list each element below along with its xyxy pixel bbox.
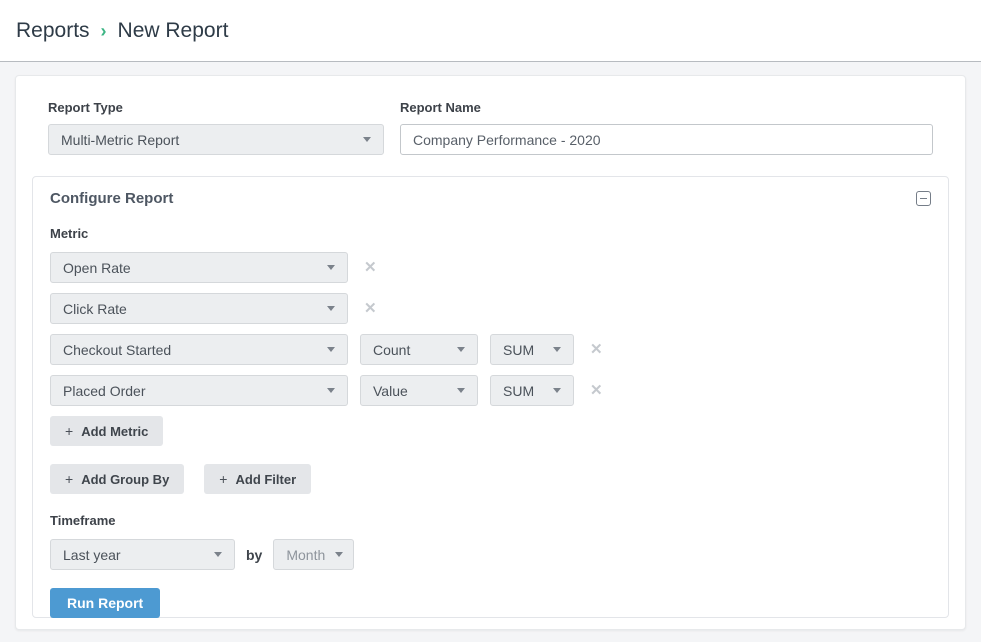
report-builder-card: Report Type Multi-Metric Report Report N…	[15, 75, 966, 630]
metric-select-3[interactable]: Checkout Started	[50, 334, 348, 365]
measurement-select-3-value: Count	[373, 342, 410, 358]
configure-report-title: Configure Report	[50, 190, 173, 207]
chevron-down-icon	[457, 347, 465, 352]
aggregate-select-3-value: SUM	[503, 342, 534, 358]
timeframe-interval-value: Month	[286, 547, 325, 563]
report-type-value: Multi-Metric Report	[61, 132, 179, 148]
add-metric-row: + Add Metric	[50, 416, 931, 446]
collapse-minus-icon[interactable]	[916, 191, 931, 206]
chevron-down-icon	[457, 388, 465, 393]
metric-row: Open Rate ✕	[50, 252, 931, 283]
measurement-select-3[interactable]: Count	[360, 334, 478, 365]
metric-row: Click Rate ✕	[50, 293, 931, 324]
timeframe-range-select[interactable]: Last year	[50, 539, 235, 570]
add-group-by-label: Add Group By	[81, 472, 169, 487]
report-meta-row: Report Type Multi-Metric Report Report N…	[48, 100, 933, 155]
metric-select-4[interactable]: Placed Order	[50, 375, 348, 406]
breadcrumb-reports-link[interactable]: Reports	[16, 19, 90, 43]
remove-metric-2-button[interactable]: ✕	[364, 301, 377, 316]
plus-icon: +	[65, 423, 73, 439]
report-name-label: Report Name	[400, 100, 933, 115]
report-type-select[interactable]: Multi-Metric Report	[48, 124, 384, 155]
metric-select-3-value: Checkout Started	[63, 342, 171, 358]
group-filter-row: + Add Group By + Add Filter	[50, 464, 931, 494]
report-type-label: Report Type	[48, 100, 384, 115]
metric-row: Checkout Started Count SUM ✕	[50, 334, 931, 365]
timeframe-interval-select[interactable]: Month	[273, 539, 354, 570]
aggregate-select-3[interactable]: SUM	[490, 334, 574, 365]
chevron-right-icon: ›	[101, 21, 107, 42]
timeframe-by-label: by	[246, 547, 262, 563]
aggregate-select-4[interactable]: SUM	[490, 375, 574, 406]
chevron-down-icon	[335, 552, 343, 557]
metric-select-2-value: Click Rate	[63, 301, 127, 317]
metric-section-label: Metric	[50, 226, 931, 241]
chevron-down-icon	[553, 347, 561, 352]
plus-icon: +	[65, 471, 73, 487]
add-metric-button[interactable]: + Add Metric	[50, 416, 163, 446]
metric-select-2[interactable]: Click Rate	[50, 293, 348, 324]
aggregate-select-4-value: SUM	[503, 383, 534, 399]
page-content: Report Type Multi-Metric Report Report N…	[0, 62, 981, 630]
metric-select-1[interactable]: Open Rate	[50, 252, 348, 283]
chevron-down-icon	[327, 265, 335, 270]
report-name-input[interactable]	[400, 124, 933, 155]
page-title: New Report	[118, 19, 229, 43]
chevron-down-icon	[214, 552, 222, 557]
report-name-field: Report Name	[400, 100, 933, 155]
measurement-select-4-value: Value	[373, 383, 408, 399]
timeframe-row: Last year by Month	[50, 539, 931, 570]
report-type-field: Report Type Multi-Metric Report	[48, 100, 384, 155]
timeframe-section-label: Timeframe	[50, 513, 931, 528]
plus-icon: +	[219, 471, 227, 487]
measurement-select-4[interactable]: Value	[360, 375, 478, 406]
remove-metric-4-button[interactable]: ✕	[590, 383, 603, 398]
add-filter-button[interactable]: + Add Filter	[204, 464, 311, 494]
run-report-button[interactable]: Run Report	[50, 588, 160, 618]
add-filter-label: Add Filter	[235, 472, 296, 487]
configure-report-header: Configure Report	[50, 190, 931, 207]
metric-row: Placed Order Value SUM ✕	[50, 375, 931, 406]
chevron-down-icon	[327, 306, 335, 311]
chevron-down-icon	[363, 137, 371, 142]
configure-report-panel: Configure Report Metric Open Rate ✕ Clic…	[32, 176, 949, 618]
chevron-down-icon	[327, 347, 335, 352]
top-header: Reports › New Report	[0, 0, 981, 62]
breadcrumb: Reports › New Report	[16, 19, 228, 43]
chevron-down-icon	[553, 388, 561, 393]
add-group-by-button[interactable]: + Add Group By	[50, 464, 184, 494]
metric-select-1-value: Open Rate	[63, 260, 131, 276]
metric-select-4-value: Placed Order	[63, 383, 145, 399]
add-metric-label: Add Metric	[81, 424, 148, 439]
chevron-down-icon	[327, 388, 335, 393]
remove-metric-1-button[interactable]: ✕	[364, 260, 377, 275]
remove-metric-3-button[interactable]: ✕	[590, 342, 603, 357]
timeframe-range-value: Last year	[63, 547, 121, 563]
